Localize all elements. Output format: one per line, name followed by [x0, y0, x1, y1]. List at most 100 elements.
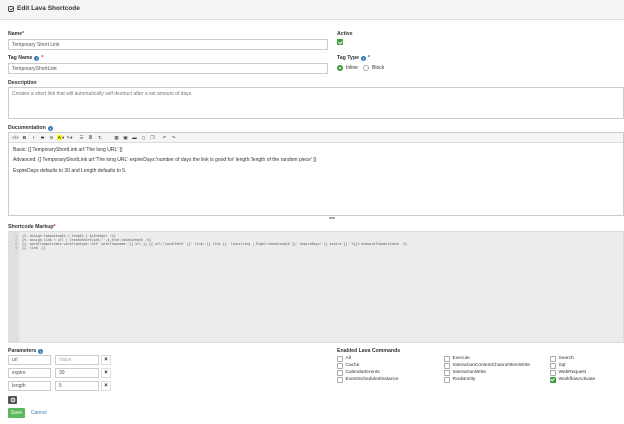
clear-format-icon[interactable]: T̶: [95, 134, 104, 142]
tag-type-inline-option[interactable]: Inline: [337, 65, 358, 71]
tag-name-input-value: TemporaryShortLink: [12, 65, 57, 72]
unordered-list-icon[interactable]: ☰: [77, 134, 86, 142]
command-label: Cache: [345, 363, 360, 369]
name-input[interactable]: Temporary Short Link: [8, 39, 328, 50]
required-marker: *: [41, 55, 44, 61]
checkbox[interactable]: [550, 377, 556, 383]
description-textarea[interactable]: Creates a short link that will automatic…: [8, 87, 624, 119]
command-option[interactable]: WorkflowActivate: [550, 377, 595, 383]
markup-label: Shortcode Markup*: [8, 224, 56, 230]
command-option[interactable]: EventScheduledInstance: [337, 377, 399, 383]
square-icon: [8, 5, 14, 12]
required-marker: *: [368, 55, 371, 61]
info-icon[interactable]: i: [361, 55, 366, 61]
code-line: {{- workflowactivate workflowtype:'015' …: [22, 242, 408, 246]
checkbox[interactable]: [444, 356, 450, 362]
description-value: Creates a short link that will automatic…: [12, 91, 193, 97]
name-input-value: Temporary Short Link: [12, 41, 60, 48]
folder-icon[interactable]: ▬: [130, 134, 139, 142]
radio-block[interactable]: [363, 65, 369, 71]
remove-param-button[interactable]: ×: [101, 368, 111, 378]
param-value-input[interactable]: 30: [55, 368, 99, 378]
tag-name-label: Tag Name i *: [8, 55, 43, 61]
radio-inline-label: Inline: [346, 65, 358, 71]
doc-line-advanced: Advanced: {[ TemporaryShortLink url:'The…: [13, 157, 317, 163]
command-option[interactable]: WebRequest: [550, 370, 586, 376]
markup-label-text: Shortcode Markup: [8, 224, 54, 230]
tag-name-input[interactable]: TemporaryShortLink: [8, 63, 328, 74]
radio-block-label: Block: [372, 65, 385, 71]
copy-icon[interactable]: ❐: [148, 134, 157, 142]
documentation-editor[interactable]: [8, 132, 624, 216]
param-key-value: url: [12, 357, 18, 363]
checkbox[interactable]: [444, 363, 450, 369]
command-option[interactable]: Execute: [444, 356, 470, 362]
command-option[interactable]: RockEntity: [444, 377, 475, 383]
command-label: EventScheduledInstance: [345, 377, 399, 383]
param-key-input[interactable]: expire: [8, 368, 51, 378]
panel-title: Edit Lava Shortcode: [8, 5, 80, 12]
checkbox[interactable]: [337, 363, 343, 369]
command-option[interactable]: InteractionWrite: [444, 370, 486, 376]
parameters-label: Parameters i: [8, 348, 44, 354]
command-option[interactable]: CalendarEvents: [337, 370, 380, 376]
info-icon[interactable]: i: [34, 55, 40, 61]
checkbox[interactable]: [444, 370, 450, 376]
command-label: InteractionWrite: [452, 370, 487, 376]
active-checkbox[interactable]: [337, 39, 343, 45]
command-label: Search: [558, 356, 574, 362]
checkbox[interactable]: [550, 370, 556, 376]
remove-param-button[interactable]: ×: [101, 355, 111, 365]
command-option[interactable]: InteractionContentChannelItemWrite: [444, 363, 530, 369]
command-option[interactable]: Search: [550, 356, 574, 362]
checkbox[interactable]: [337, 377, 343, 383]
ordered-list-icon[interactable]: ≣: [86, 134, 95, 142]
remove-param-button[interactable]: ×: [101, 381, 111, 391]
description-label: Description: [8, 80, 37, 86]
active-label: Active: [337, 31, 353, 37]
save-button[interactable]: Save: [8, 408, 25, 418]
command-label: All: [345, 356, 351, 362]
close-icon: ×: [104, 370, 108, 376]
tag-type-label-text: Tag Type: [337, 55, 359, 61]
tag-type-block-option[interactable]: Block: [363, 65, 384, 71]
documentation-label: Documentation i: [8, 125, 53, 131]
tag-type-label: Tag Type i *: [337, 55, 370, 61]
highlight-color-icon[interactable]: A ▾: [56, 134, 65, 142]
code-line: {{- link -}}: [22, 246, 46, 250]
param-key-input[interactable]: url: [8, 355, 51, 365]
add-param-button[interactable]: [8, 396, 17, 404]
image-icon[interactable]: ▣: [121, 134, 130, 142]
bold-icon[interactable]: B: [20, 134, 29, 142]
checkbox[interactable]: [444, 377, 450, 383]
checkbox[interactable]: [337, 356, 343, 362]
param-value-input[interactable]: 5: [55, 381, 99, 391]
command-label: WebRequest: [558, 370, 587, 376]
markup-code-editor[interactable]: 1 2 3 4 {%- assign tokenLength = length …: [8, 231, 624, 343]
strikethrough-icon[interactable]: S: [38, 134, 47, 142]
link-icon[interactable]: ⊝: [47, 134, 56, 142]
undo-icon[interactable]: ↶: [160, 134, 169, 142]
italic-icon[interactable]: I: [29, 134, 38, 142]
file-icon[interactable]: ▯: [139, 134, 148, 142]
command-option[interactable]: Cache: [337, 363, 359, 369]
table-icon[interactable]: ▦: [112, 134, 121, 142]
param-key-input[interactable]: length: [8, 381, 51, 391]
font-color-icon[interactable]: ✎▾: [65, 134, 74, 142]
resize-handle[interactable]: [329, 217, 335, 219]
command-option[interactable]: All: [337, 356, 351, 362]
param-key-value: expire: [12, 370, 26, 376]
info-icon[interactable]: i: [47, 125, 53, 131]
parameters-label-text: Parameters: [8, 348, 37, 354]
checkbox[interactable]: [337, 370, 343, 376]
param-value-input[interactable]: Value: [55, 355, 99, 365]
checkbox[interactable]: [550, 356, 556, 362]
info-icon[interactable]: i: [38, 348, 44, 354]
radio-inline[interactable]: [337, 65, 343, 71]
checkbox[interactable]: [550, 363, 556, 369]
redo-icon[interactable]: ↷: [169, 134, 178, 142]
panel-header: [0, 0, 624, 20]
command-option[interactable]: Sql: [550, 363, 565, 369]
cancel-button[interactable]: Cancel: [31, 410, 47, 416]
code-view-icon[interactable]: </>: [11, 134, 20, 142]
